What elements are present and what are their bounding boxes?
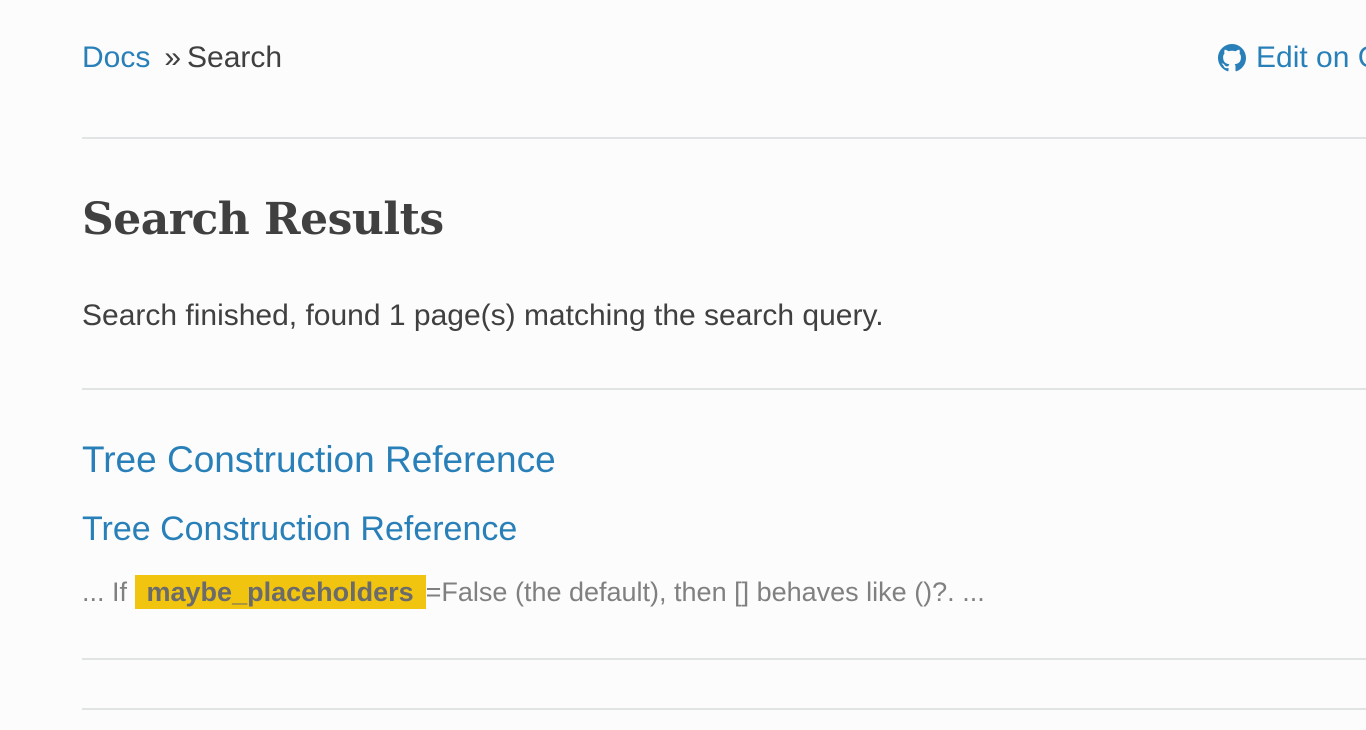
results-top-divider [82, 388, 1366, 390]
header-divider [82, 137, 1366, 139]
result-page-link[interactable]: Tree Construction Reference [82, 434, 556, 486]
context-after: =False (the default), then [] behaves li… [425, 577, 985, 607]
breadcrumb-docs-link[interactable]: Docs [82, 41, 150, 74]
github-icon [1218, 44, 1246, 72]
breadcrumb-current: Search [187, 41, 283, 74]
breadcrumb-separator: » [164, 41, 182, 74]
context-before: ... If [82, 577, 135, 607]
breadcrumb: Docs » Search [82, 36, 282, 80]
search-summary: Search finished, found 1 page(s) matchin… [82, 299, 884, 332]
result-section-link[interactable]: Tree Construction Reference [82, 506, 517, 552]
search-term-highlight: maybe_placeholders [134, 575, 426, 609]
results-bottom-divider [82, 708, 1366, 710]
page-title: Search Results [82, 194, 444, 245]
result-divider [82, 658, 1366, 660]
result-context: ... If maybe_placeholders =False (the def… [82, 572, 985, 612]
edit-link-label: Edit on G [1256, 41, 1366, 74]
edit-on-github-link[interactable]: Edit on G [1218, 36, 1366, 80]
